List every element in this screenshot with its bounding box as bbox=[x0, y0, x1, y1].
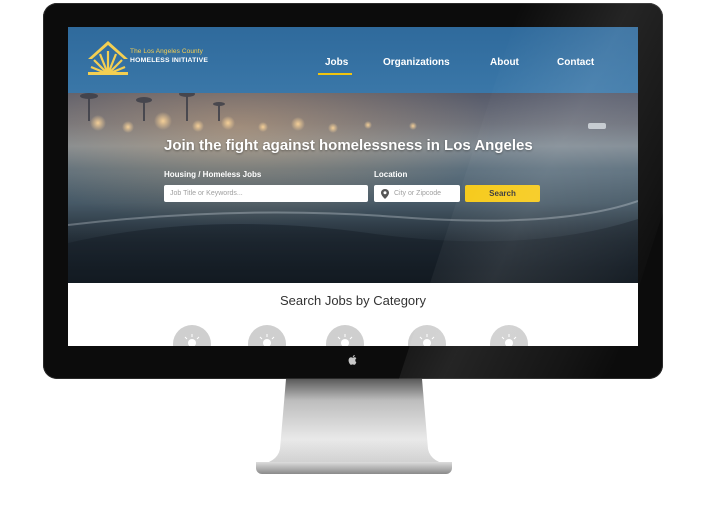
location-field-label: Location bbox=[374, 170, 408, 179]
lightbulb-icon bbox=[184, 334, 200, 346]
monitor-stand bbox=[256, 379, 452, 471]
job-field-label: Housing / Homeless Jobs bbox=[164, 170, 262, 179]
category-icon-2[interactable] bbox=[248, 325, 286, 346]
nav-active-indicator bbox=[318, 73, 352, 75]
apple-logo-icon bbox=[347, 354, 359, 366]
job-keyword-input[interactable]: Job Title or Keywords... bbox=[164, 185, 368, 202]
lightbulb-icon bbox=[337, 334, 353, 346]
location-input[interactable]: City or Zipcode bbox=[374, 185, 460, 202]
website-screen: The Los Angeles County HOMELESS INITIATI… bbox=[68, 27, 638, 346]
nav-organizations[interactable]: Organizations bbox=[383, 57, 450, 68]
nav-contact[interactable]: Contact bbox=[557, 57, 594, 68]
lightbulb-icon bbox=[419, 334, 435, 346]
site-header: The Los Angeles County HOMELESS INITIATI… bbox=[68, 27, 638, 93]
sunburst-logo-icon bbox=[88, 41, 128, 76]
location-placeholder: City or Zipcode bbox=[394, 190, 442, 197]
category-icon-4[interactable] bbox=[408, 325, 446, 346]
category-icon-1[interactable] bbox=[173, 325, 211, 346]
lightbulb-icon bbox=[259, 334, 275, 346]
logo-line-1: The Los Angeles County bbox=[130, 48, 204, 55]
location-pin-icon bbox=[381, 189, 389, 199]
search-button[interactable]: Search bbox=[465, 185, 540, 202]
nav-jobs[interactable]: Jobs bbox=[325, 57, 348, 68]
category-icon-3[interactable] bbox=[326, 325, 364, 346]
category-section-title: Search Jobs by Category bbox=[280, 293, 426, 308]
lightbulb-icon bbox=[501, 334, 517, 346]
category-icon-5[interactable] bbox=[490, 325, 528, 346]
hero-banner: Join the fight against homelessness in L… bbox=[68, 93, 638, 283]
logo-line-2: HOMELESS INITIATIVE bbox=[130, 57, 209, 64]
hero-title: Join the fight against homelessness in L… bbox=[164, 137, 533, 154]
site-logo[interactable]: The Los Angeles County HOMELESS INITIATI… bbox=[88, 41, 238, 79]
monitor-base bbox=[256, 462, 452, 474]
nav-about[interactable]: About bbox=[490, 57, 519, 68]
